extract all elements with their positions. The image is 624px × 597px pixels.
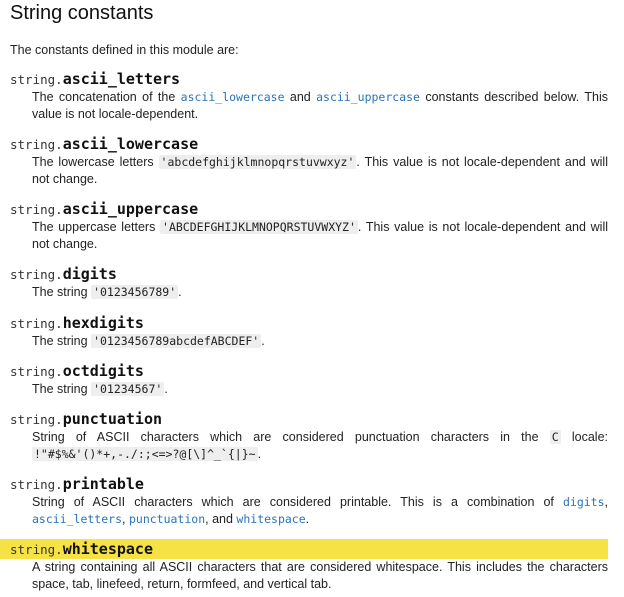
text: The concatenation of the: [32, 90, 181, 104]
signature: string.printable: [0, 474, 624, 494]
constant-name: hexdigits: [62, 314, 144, 332]
literal-value: '0123456789abcdefABCDEF': [91, 334, 262, 348]
constant-name: ascii_lowercase: [62, 135, 199, 153]
constant-name: digits: [62, 265, 117, 283]
text: .: [257, 447, 262, 461]
signature: string.ascii_letters: [0, 69, 624, 89]
description: The string '01234567'.: [0, 381, 624, 398]
section-title: String constants: [10, 2, 154, 24]
literal-value: 'ABCDEFGHIJKLMNOPQRSTUVWXYZ': [160, 220, 358, 234]
literal-value: 'abcdefghijklmnopqrstuvwxyz': [158, 155, 357, 169]
description: The string '0123456789abcdefABCDEF'.: [0, 333, 624, 350]
text: The string: [32, 334, 92, 348]
text: String of ASCII characters which are con…: [32, 430, 550, 444]
literal-value: '01234567': [91, 382, 165, 396]
description: String of ASCII characters which are con…: [0, 429, 624, 463]
description: A string containing all ASCII characters…: [0, 559, 624, 593]
signature: string.punctuation: [0, 409, 624, 429]
text: .: [164, 382, 168, 396]
text: .: [178, 285, 182, 299]
module-prefix: string.: [10, 316, 63, 331]
constant-name: ascii_letters: [62, 70, 181, 88]
text: .: [305, 512, 310, 526]
text: .: [261, 334, 265, 348]
description: The string '0123456789'.: [0, 284, 624, 301]
signature: string.ascii_uppercase: [0, 199, 624, 219]
description: The lowercase letters 'abcdefghijklmnopq…: [0, 154, 624, 188]
description: String of ASCII characters which are con…: [0, 494, 624, 528]
entry-printable: string.printable String of ASCII charact…: [0, 474, 624, 528]
constant-name: whitespace: [62, 540, 153, 558]
signature: string.ascii_lowercase: [0, 134, 624, 154]
module-prefix: string.: [10, 364, 63, 379]
text: locale:: [560, 430, 608, 444]
entry-ascii-letters: string.ascii_letters The concatenation o…: [0, 69, 624, 123]
entry-ascii-lowercase: string.ascii_lowercase The lowercase let…: [0, 134, 624, 188]
link-whitespace[interactable]: whitespace: [236, 512, 305, 526]
constant-name: punctuation: [62, 410, 163, 428]
signature: string.digits: [0, 264, 624, 284]
literal-value: '0123456789': [91, 285, 179, 299]
module-prefix: string.: [10, 412, 63, 427]
text: , and: [205, 512, 237, 526]
link-digits[interactable]: digits: [563, 495, 605, 509]
link-ascii-uppercase[interactable]: ascii_uppercase: [316, 90, 420, 104]
text: String of ASCII characters which are con…: [32, 495, 563, 509]
text: The string: [32, 382, 92, 396]
text: A string containing all ASCII characters…: [32, 560, 608, 591]
signature-highlighted: string.whitespace: [0, 539, 608, 559]
entry-whitespace: string.whitespace A string containing al…: [0, 539, 624, 593]
link-punctuation[interactable]: punctuation: [129, 512, 205, 526]
module-prefix: string.: [10, 137, 63, 152]
entry-octdigits: string.octdigits The string '01234567'.: [0, 361, 624, 398]
module-prefix: string.: [10, 542, 63, 557]
locale-literal: C: [549, 430, 561, 444]
entry-ascii-uppercase: string.ascii_uppercase The uppercase let…: [0, 199, 624, 253]
constant-name: octdigits: [62, 362, 144, 380]
module-prefix: string.: [10, 72, 63, 87]
text: The string: [32, 285, 92, 299]
section-intro: The constants defined in this module are…: [10, 43, 239, 57]
text: The uppercase letters: [32, 220, 161, 234]
entry-digits: string.digits The string '0123456789'.: [0, 264, 624, 301]
text: The lowercase letters: [32, 155, 159, 169]
text: ,: [604, 495, 608, 509]
link-ascii-letters[interactable]: ascii_letters: [32, 512, 122, 526]
signature: string.octdigits: [0, 361, 624, 381]
link-ascii-lowercase[interactable]: ascii_lowercase: [181, 90, 285, 104]
module-prefix: string.: [10, 477, 63, 492]
constant-name: ascii_uppercase: [62, 200, 199, 218]
constant-name: printable: [62, 475, 144, 493]
module-prefix: string.: [10, 202, 63, 217]
text: ,: [122, 512, 129, 526]
text: and: [284, 90, 317, 104]
entry-hexdigits: string.hexdigits The string '0123456789a…: [0, 313, 624, 350]
punctuation-literal: !"#$%&'()*+,-./:;<=>?@[\]^_`{|}~: [32, 447, 258, 461]
description: The concatenation of the ascii_lowercase…: [0, 89, 624, 123]
description: The uppercase letters 'ABCDEFGHIJKLMNOPQ…: [0, 219, 624, 253]
signature: string.hexdigits: [0, 313, 624, 333]
module-prefix: string.: [10, 267, 63, 282]
entry-punctuation: string.punctuation String of ASCII chara…: [0, 409, 624, 463]
